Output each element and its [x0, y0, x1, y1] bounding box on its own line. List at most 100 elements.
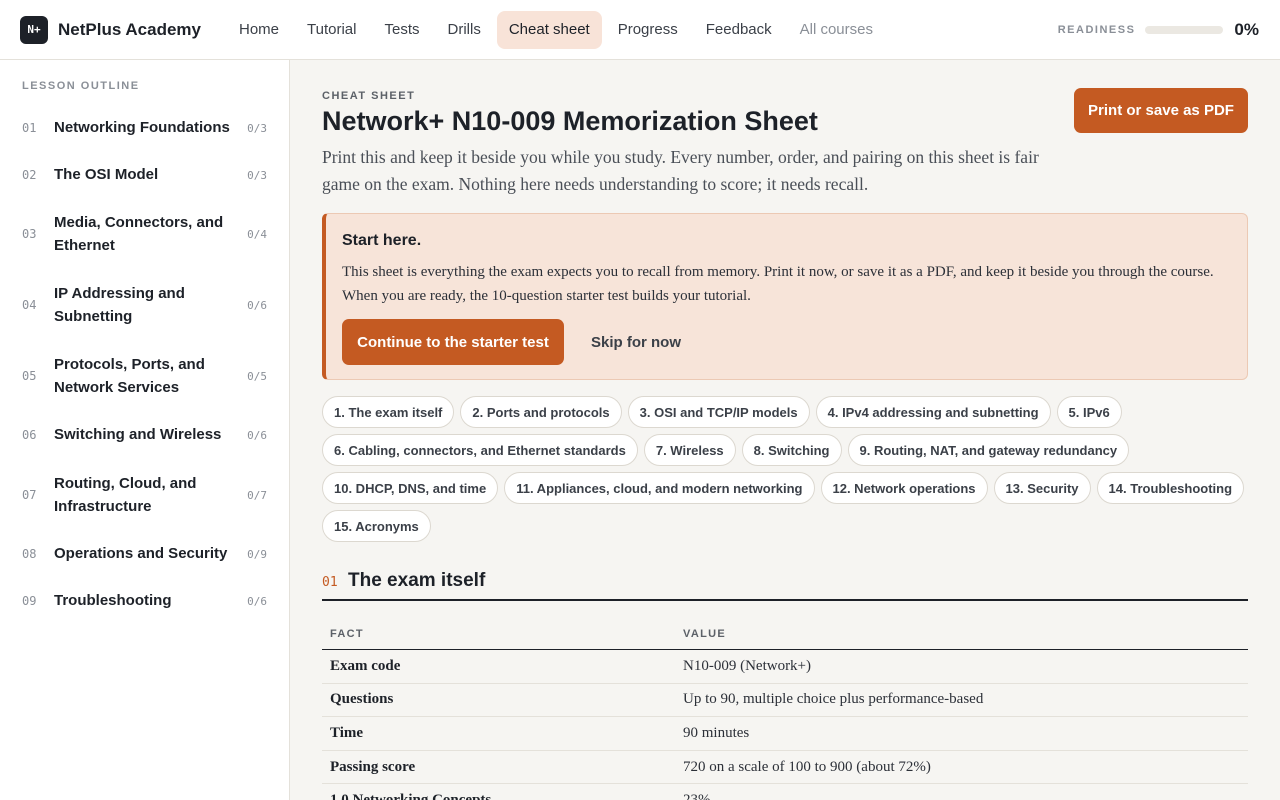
sidebar-lesson-item[interactable]: 03 Media, Connectors, and Ethernet 0/4 — [0, 204, 289, 264]
exam-facts-table: FACT VALUE Exam code N10-009 (Network+) Qu… — [322, 620, 1248, 800]
lesson-number: 07 — [22, 488, 37, 502]
table-header-row: FACT VALUE — [322, 620, 1248, 650]
app-name: NetPlus Academy — [58, 19, 201, 39]
lesson-progress-count: 0/3 — [247, 168, 267, 182]
value-cell: 90 minutes — [675, 716, 1248, 751]
lesson-title: Media, Connectors, and Ethernet — [54, 213, 224, 255]
lesson-title: Operations and Security — [54, 545, 228, 563]
lesson-number: 08 — [22, 547, 37, 561]
lesson-progress-count: 0/5 — [247, 369, 267, 383]
sidebar-lesson-item[interactable]: 01 Networking Foundations 0/3 — [0, 110, 289, 146]
print-pdf-button[interactable]: Print or save as PDF — [1074, 88, 1248, 133]
nav-home[interactable]: Home — [227, 11, 291, 49]
page-eyebrow: CHEAT SHEET — [322, 90, 416, 102]
lesson-title: The OSI Model — [54, 166, 159, 184]
section-link-chip[interactable]: 13. Security — [993, 472, 1091, 504]
callout-title: Start here. — [342, 232, 422, 249]
lesson-number: 01 — [22, 121, 37, 135]
section-header: 01 The exam itself — [322, 569, 1248, 601]
lesson-progress-count: 0/3 — [247, 121, 267, 135]
readiness-label: READINESS — [1057, 24, 1136, 36]
sidebar-lesson-item[interactable]: 02 The OSI Model 0/3 — [0, 157, 289, 193]
page-title: Network+ N10-009 Memorization Sheet — [322, 106, 818, 136]
section-link-chip[interactable]: 5. IPv6 — [1056, 396, 1122, 428]
lesson-title: Protocols, Ports, and Network Services — [54, 355, 205, 397]
section-link-chip[interactable]: 8. Switching — [741, 434, 842, 466]
lesson-title: Routing, Cloud, and Infrastructure — [54, 474, 197, 516]
lesson-title: Networking Foundations — [54, 119, 230, 137]
lesson-number: 04 — [22, 298, 37, 312]
section-link-chip[interactable]: 4. IPv4 addressing and subnetting — [815, 396, 1051, 428]
lesson-progress-count: 0/4 — [247, 227, 267, 241]
lesson-number: 02 — [22, 168, 37, 182]
section-link-chip[interactable]: 9. Routing, NAT, and gateway redundancy — [847, 434, 1130, 466]
nav-all-courses[interactable]: All courses — [788, 11, 885, 49]
section-title: The exam itself — [348, 570, 486, 591]
sidebar-lesson-item[interactable]: 08 Operations and Security 0/9 — [0, 536, 289, 572]
callout-body: This sheet is everything the exam expect… — [342, 264, 1214, 304]
section-link-chip[interactable]: 1. The exam itself — [322, 396, 455, 428]
fact-cell: 1.0 Networking Concepts — [322, 783, 675, 800]
section-link-chip[interactable]: 7. Wireless — [643, 434, 736, 466]
section-link-chip[interactable]: 10. DHCP, DNS, and time — [322, 472, 499, 504]
lesson-outline-heading: LESSON OUTLINE — [22, 80, 140, 92]
lesson-number: 09 — [22, 594, 37, 608]
section-number: 01 — [322, 575, 338, 590]
value-cell: Up to 90, multiple choice plus performan… — [675, 683, 1248, 718]
section-link-chip[interactable]: 11. Appliances, cloud, and modern networ… — [504, 472, 815, 504]
sidebar-lesson-item[interactable]: 07 Routing, Cloud, and Infrastructure 0/7 — [0, 465, 289, 525]
value-cell: 720 on a scale of 100 to 900 (about 72%) — [675, 750, 1248, 785]
section-link-chip[interactable]: 6. Cabling, connectors, and Ethernet sta… — [322, 434, 638, 466]
lesson-number: 06 — [22, 428, 37, 442]
fact-cell: Questions — [322, 683, 675, 718]
lesson-number: 03 — [22, 227, 37, 241]
fact-cell: Time — [322, 716, 675, 751]
fact-cell: Exam code — [322, 649, 675, 684]
section-link-chip[interactable]: 3. OSI and TCP/IP models — [627, 396, 810, 428]
lesson-progress-count: 0/6 — [247, 594, 267, 608]
lesson-progress-count: 0/7 — [247, 488, 267, 502]
table-row: Time 90 minutes — [322, 716, 1248, 751]
nav-feedback[interactable]: Feedback — [694, 11, 784, 49]
sidebar-lesson-item[interactable]: 05 Protocols, Ports, and Network Services… — [0, 346, 289, 406]
lesson-title: Troubleshooting — [54, 592, 172, 610]
column-header-fact: FACT — [322, 620, 675, 650]
readiness-progress-bar — [1145, 26, 1224, 34]
value-cell: 23% — [675, 783, 1248, 800]
lesson-progress-count: 0/6 — [247, 428, 267, 442]
main-nav: Home Tutorial Tests Drills Cheat sheet Progre… — [227, 0, 889, 60]
main-content: CHEAT SHEET Network+ N10-009 Memorizatio… — [290, 60, 1280, 800]
fact-cell: Passing score — [322, 750, 675, 785]
sidebar: LESSON OUTLINE 01 Networking Foundations 0… — [0, 60, 290, 800]
nav-cheat-sheet[interactable]: Cheat sheet — [496, 10, 602, 49]
table-row: 1.0 Networking Concepts23% — [322, 783, 1248, 800]
nav-tests[interactable]: Tests — [372, 11, 431, 49]
section-link-chip[interactable]: 15. Acronyms — [322, 510, 431, 542]
lesson-progress-count: 0/9 — [247, 547, 267, 561]
skip-for-now-button[interactable]: Skip for now — [584, 319, 688, 365]
readiness-meter: READINESS 0% — [1058, 0, 1259, 60]
sidebar-lesson-item[interactable]: 09 Troubleshooting 0/6 — [0, 583, 289, 619]
section-jump-links: 1. The exam itself 2. Ports and protocols… — [322, 396, 1262, 548]
readiness-percent: 0% — [1234, 20, 1259, 39]
start-here-callout: Start here. This sheet is everything the… — [322, 213, 1248, 380]
logo-icon: N+ — [20, 15, 48, 44]
lesson-title: IP Addressing and Subnetting — [54, 284, 185, 326]
lesson-title: Switching and Wireless — [54, 426, 222, 444]
table-row: Exam code N10-009 (Network+) — [322, 649, 1248, 684]
sidebar-lesson-item[interactable]: 04 IP Addressing and Subnetting 0/6 — [0, 275, 289, 335]
nav-drills[interactable]: Drills — [436, 11, 493, 49]
brand[interactable]: N+ NetPlus Academy — [20, 15, 225, 44]
nav-progress[interactable]: Progress — [606, 11, 690, 49]
lesson-number: 05 — [22, 369, 37, 383]
table-row: Passing score 720 on a scale of 100 to 90… — [322, 750, 1248, 785]
section-link-chip[interactable]: 14. Troubleshooting — [1096, 472, 1245, 504]
column-header-value: VALUE — [675, 620, 1248, 650]
sidebar-lesson-item[interactable]: 06 Switching and Wireless 0/6 — [0, 417, 289, 453]
continue-starter-test-button[interactable]: Continue to the starter test — [342, 319, 564, 365]
section-link-chip[interactable]: 2. Ports and protocols — [460, 396, 622, 428]
page-intro: Print this and keep it beside you while … — [322, 147, 1039, 194]
nav-tutorial[interactable]: Tutorial — [295, 11, 368, 49]
top-bar: N+ NetPlus Academy Home Tutorial Tests Dril… — [0, 0, 1280, 60]
section-link-chip[interactable]: 12. Network operations — [820, 472, 988, 504]
